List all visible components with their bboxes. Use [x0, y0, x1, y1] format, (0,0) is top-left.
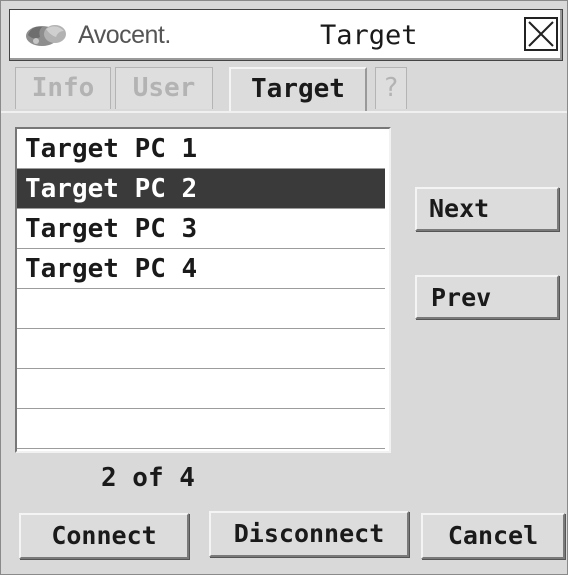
title-bar: Avocent. Target [9, 9, 563, 61]
tab-info[interactable]: Info [15, 67, 111, 109]
page-indicator: 2 of 4 [101, 463, 195, 493]
list-item[interactable]: Target PC 4 [17, 249, 385, 289]
connect-button[interactable]: Connect [19, 513, 189, 559]
brand-name: Avocent. [78, 20, 171, 49]
list-item-selected[interactable]: Target PC 2 [17, 169, 385, 209]
list-item-empty[interactable] [17, 369, 385, 409]
list-item[interactable]: Target PC 1 [17, 129, 385, 169]
list-item-empty[interactable] [17, 329, 385, 369]
list-item-empty[interactable] [17, 409, 385, 449]
target-list[interactable]: Target PC 1 Target PC 2 Target PC 3 Targ… [15, 127, 391, 453]
tab-help[interactable]: ? [375, 67, 407, 109]
list-item[interactable]: Target PC 3 [17, 209, 385, 249]
disconnect-button[interactable]: Disconnect [209, 511, 409, 557]
avocent-logo-icon [26, 25, 66, 46]
next-button[interactable]: Next [415, 187, 559, 231]
tab-divider [1, 111, 567, 113]
window-title: Target [320, 20, 418, 51]
tab-target[interactable]: Target [229, 67, 367, 111]
prev-button[interactable]: Prev [415, 275, 559, 319]
cancel-button[interactable]: Cancel [421, 513, 565, 559]
tab-user[interactable]: User [115, 67, 213, 109]
brand-logo: Avocent. [22, 19, 171, 51]
target-dialog: Avocent. Target Info User Target ? Targe… [0, 0, 568, 575]
close-button[interactable] [524, 17, 558, 51]
list-item-empty[interactable] [17, 289, 385, 329]
close-icon [528, 21, 554, 47]
